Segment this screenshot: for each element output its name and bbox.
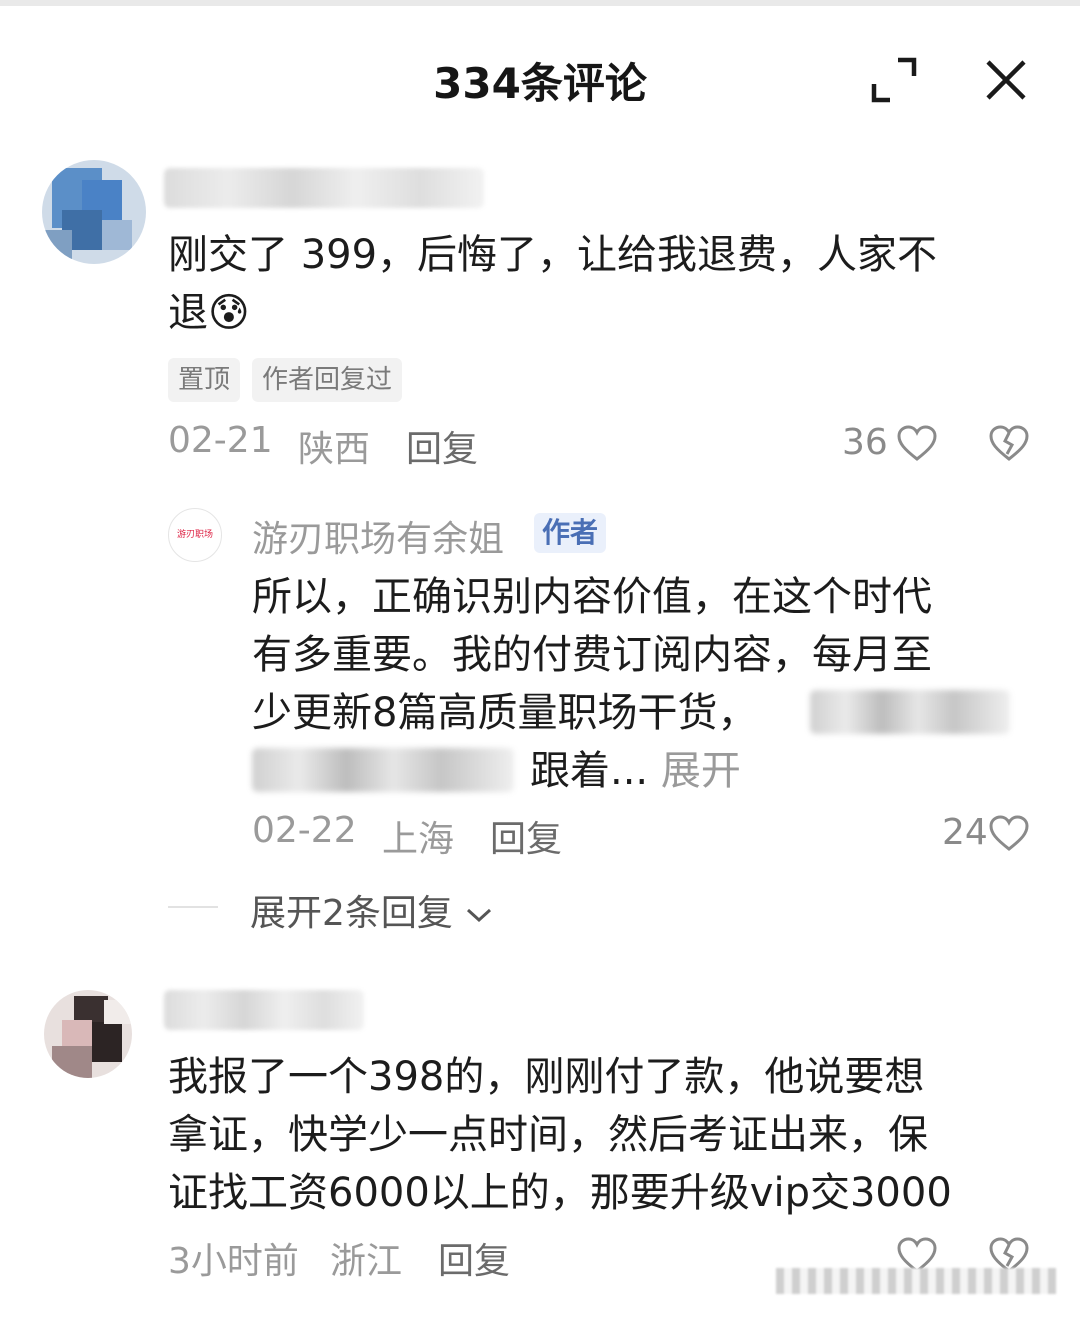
blurred-text — [252, 748, 514, 792]
like-count: 36 — [842, 422, 888, 463]
heart-icon[interactable] — [896, 424, 938, 462]
comment-line-text: 退 — [168, 290, 208, 336]
comment-text: 刚交了 399，后悔了，让给我退费，人家不 退😰 — [168, 226, 1048, 342]
comment-location: 陕西 — [298, 429, 371, 470]
author-badge: 作者 — [534, 513, 607, 553]
author-name[interactable]: 游刃职场有余姐 — [252, 510, 504, 562]
expand-replies-button[interactable]: 展开2条回复 — [250, 884, 494, 936]
comments-header: 334条评论 — [0, 40, 1080, 120]
close-icon[interactable] — [980, 54, 1032, 106]
comment-line: 我报了一个398的，刚刚付了款，他说要想 — [168, 1054, 925, 1100]
chevron-down-icon — [467, 908, 492, 923]
comment-line: 刚交了 399，后悔了，让给我退费，人家不 — [168, 232, 938, 278]
like-count: 24 — [942, 812, 988, 853]
expand-replies-label: 展开2条回复 — [250, 893, 453, 934]
comment-date: 02-21 — [168, 420, 273, 461]
avatar[interactable] — [42, 160, 146, 264]
broken-heart-icon[interactable] — [988, 424, 1030, 462]
reply-button[interactable]: 回复 — [406, 420, 478, 472]
blurred-text — [810, 690, 1010, 734]
reply-location: 上海 — [382, 819, 455, 860]
reply-button[interactable]: 回复 — [438, 1232, 510, 1284]
replies-divider — [168, 906, 218, 908]
comment-location: 浙江 — [330, 1241, 403, 1282]
watermark-strip — [776, 1268, 1056, 1294]
author-avatar-text: 游刃职场 — [176, 530, 213, 540]
reply-line: 所以，正确识别内容价值，在这个时代 — [252, 574, 932, 620]
avatar[interactable] — [44, 990, 132, 1078]
tag-pinned: 置顶 — [168, 358, 241, 402]
author-avatar[interactable]: 游刃职场 — [168, 508, 222, 562]
expand-button[interactable]: 展开 — [661, 748, 741, 794]
comment-text: 我报了一个398的，刚刚付了款，他说要想 拿证，快学少一点时间，然后考证出来，保… — [168, 1048, 1048, 1222]
reply-button[interactable]: 回复 — [490, 810, 562, 862]
reply-date: 02-22 — [252, 810, 357, 851]
reply-line-tail: 跟着... — [530, 748, 649, 794]
tag-author-replied: 作者回复过 — [252, 358, 403, 402]
username-blurred[interactable] — [164, 990, 364, 1030]
reply-line: 有多重要。我的付费订阅内容，每月至 — [252, 632, 932, 678]
heart-icon[interactable] — [988, 814, 1030, 852]
expand-icon[interactable] — [868, 54, 920, 106]
comment-line: 拿证，快学少一点时间，然后考证出来，保 — [168, 1112, 928, 1158]
comment-date: 3小时前 — [168, 1241, 299, 1282]
username-blurred[interactable] — [164, 168, 484, 208]
comment-line: 证找工资6000以上的，那要升级vip交3000 — [168, 1170, 952, 1216]
emoji: 😰 — [208, 290, 250, 336]
sheet-top-edge — [0, 0, 1080, 6]
comment-line: 退😰 — [168, 284, 1048, 342]
